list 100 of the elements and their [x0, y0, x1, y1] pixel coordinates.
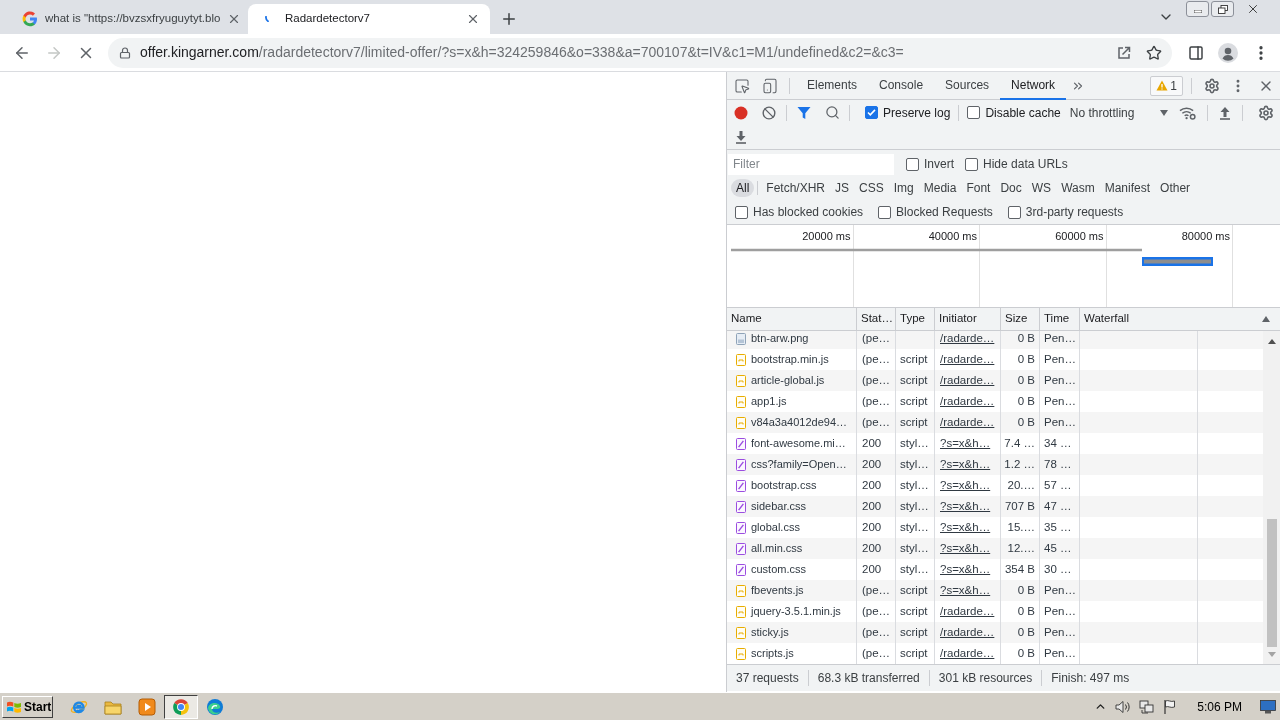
settings-icon[interactable]	[1258, 104, 1274, 121]
address-bar[interactable]: offer.kingarner.com/radardetectorv7/limited-offer/?s=x&h=324259846&o=338&a=700107&t=IV&c1=M1/undefined&c2=&c3=	[108, 37, 1172, 68]
file-name: article-global.js	[751, 373, 825, 389]
request-row[interactable]: v84a3a4012de94… (pe… script /radarde… 0 B Pen…	[727, 412, 1263, 433]
file-name: jquery-3.5.1.min.js	[751, 604, 841, 620]
circle-slash-icon[interactable]	[762, 105, 776, 120]
computers-icon[interactable]	[1139, 698, 1156, 715]
type-filter-button[interactable]: JS	[830, 179, 855, 197]
profile-icon[interactable]	[1218, 42, 1238, 63]
checkbox[interactable]	[865, 106, 878, 119]
checkbox[interactable]	[906, 157, 919, 171]
browser-icon[interactable]	[206, 697, 224, 716]
browser-tab[interactable]: Radardetectorv7	[248, 4, 490, 34]
column-header[interactable]: Size	[1001, 308, 1040, 330]
initiator-link[interactable]: ?s=x&h…	[940, 581, 991, 600]
checkbox[interactable]	[965, 157, 978, 171]
filter-input[interactable]: Filter	[728, 153, 894, 175]
request-row[interactable]: article-global.js (pe… script /radarde… 0 B Pen…	[727, 370, 1263, 391]
start-button[interactable]: Start	[2, 695, 53, 718]
warnings-button[interactable]: 1	[1150, 75, 1183, 96]
tick-label: 80000 ms	[1181, 229, 1230, 244]
checkbox-label: Invert	[924, 156, 954, 173]
checkbox[interactable]	[967, 106, 981, 119]
panel-icon[interactable]	[1188, 44, 1204, 61]
initiator-link[interactable]: /radarde…	[940, 623, 995, 642]
initiator-link[interactable]: /radarde…	[940, 602, 995, 621]
monitor-icon[interactable]	[1260, 699, 1276, 714]
type-filter-button[interactable]: Media	[918, 179, 962, 197]
settings-icon[interactable]	[1204, 77, 1220, 94]
request-row[interactable]: sticky.js (pe… script /radarde… 0 B Pen…	[727, 622, 1263, 643]
search-icon[interactable]	[824, 105, 840, 120]
initiator-link[interactable]: ?s=x&h…	[940, 539, 991, 558]
initiator-link[interactable]: /radarde…	[940, 350, 995, 369]
initiator-link[interactable]: /radarde…	[940, 331, 995, 348]
upload-icon[interactable]	[1218, 105, 1231, 120]
type-filter-button[interactable]: Manifest	[1099, 179, 1156, 197]
close-window-icon[interactable]	[1246, 2, 1260, 16]
scroll-up-icon[interactable]	[1267, 339, 1276, 344]
type-filter-button[interactable]: Wasm	[1056, 179, 1100, 197]
initiator-link[interactable]: ?s=x&h…	[940, 518, 991, 537]
lock-icon[interactable]	[119, 46, 131, 59]
download-icon[interactable]	[735, 130, 747, 144]
initiator-link[interactable]: /radarde…	[940, 413, 995, 432]
initiator-link[interactable]: /radarde…	[940, 371, 995, 390]
scrollbar-thumb[interactable]	[1266, 519, 1277, 647]
request-row[interactable]: fbevents.js (pe… script ?s=x&h… 0 B Pen…	[727, 580, 1263, 601]
column-header[interactable]: Waterfall	[1080, 308, 1280, 330]
star-icon[interactable]	[1146, 44, 1162, 61]
type-filter-button[interactable]: Doc	[995, 179, 1027, 197]
request-row[interactable]: css?family=Open… 200 styl… ?s=x&h… 1.2 … 78 …	[727, 454, 1263, 475]
initiator-link[interactable]: /radarde…	[940, 392, 995, 411]
devtools-tab[interactable]: Console	[868, 71, 935, 100]
type-filter-button[interactable]: Font	[961, 179, 996, 197]
type-filter-button[interactable]: WS	[1026, 179, 1057, 197]
throttling-select[interactable]: No throttling	[1069, 102, 1172, 123]
column-header[interactable]: Stat…	[857, 308, 896, 330]
restore-button[interactable]	[1211, 1, 1234, 17]
checkbox[interactable]	[735, 205, 748, 219]
type-filter-button[interactable]: All	[731, 179, 755, 197]
funnel-icon[interactable]	[797, 105, 811, 120]
column-header[interactable]: Time	[1040, 308, 1080, 330]
checkbox-label: Disable cache	[985, 104, 1061, 122]
sort-icon	[1262, 316, 1270, 322]
flag-icon[interactable]	[1163, 698, 1178, 715]
file-name: custom.css	[751, 562, 806, 578]
pointer-square-icon[interactable]	[734, 77, 750, 94]
browser-tab[interactable]: what is "https://bvzsxfryuguytyt.blo	[8, 4, 246, 34]
share-icon[interactable]	[1116, 44, 1132, 61]
initiator-link[interactable]: /radarde…	[940, 644, 995, 663]
checkbox[interactable]	[1007, 205, 1021, 219]
request-row[interactable]: btn-arw.png (pe… /radarde… 0 B Pen…	[727, 331, 1263, 349]
column-header[interactable]: Name	[727, 308, 857, 330]
speaker-icon[interactable]	[1115, 699, 1132, 714]
type-filter-button[interactable]: Fetch/XHR	[761, 179, 831, 197]
wifi-gear-icon[interactable]	[1179, 105, 1197, 120]
column-header[interactable]: Type	[896, 308, 935, 330]
devtools-tab[interactable]: Sources	[934, 71, 1001, 100]
type-filter-button[interactable]: CSS	[854, 179, 889, 197]
close-tab-icon[interactable]	[466, 12, 480, 26]
checkbox[interactable]	[878, 205, 892, 219]
devtools-tab[interactable]: Elements	[796, 71, 869, 100]
minimize-icon	[1193, 10, 1202, 13]
initiator-link[interactable]: ?s=x&h…	[940, 476, 991, 495]
request-row[interactable]: sidebar.css 200 styl… ?s=x&h… 707 B 47 …	[727, 496, 1263, 517]
checkbox-label: Hide data URLs	[983, 156, 1068, 173]
media-player-icon[interactable]	[138, 697, 156, 716]
checkbox-label: Preserve log	[883, 104, 951, 122]
initiator-link[interactable]: ?s=x&h…	[940, 434, 991, 453]
column-header[interactable]: Initiator	[935, 308, 1001, 330]
initiator-link[interactable]: ?s=x&h…	[940, 560, 991, 579]
phone-tablet-icon[interactable]	[762, 77, 778, 94]
taskbar-button[interactable]	[164, 694, 198, 719]
browser-icon[interactable]	[172, 697, 190, 716]
type-filter-button[interactable]: Img	[888, 179, 919, 197]
record-icon[interactable]	[734, 105, 748, 120]
initiator-link[interactable]: ?s=x&h…	[940, 497, 991, 516]
new-tab-icon[interactable]	[500, 10, 518, 28]
initiator-link[interactable]: ?s=x&h…	[940, 455, 991, 474]
request-row[interactable]: all.min.css 200 styl… ?s=x&h… 12.… 45 …	[727, 538, 1263, 559]
type-filter-button[interactable]: Other	[1155, 179, 1196, 197]
